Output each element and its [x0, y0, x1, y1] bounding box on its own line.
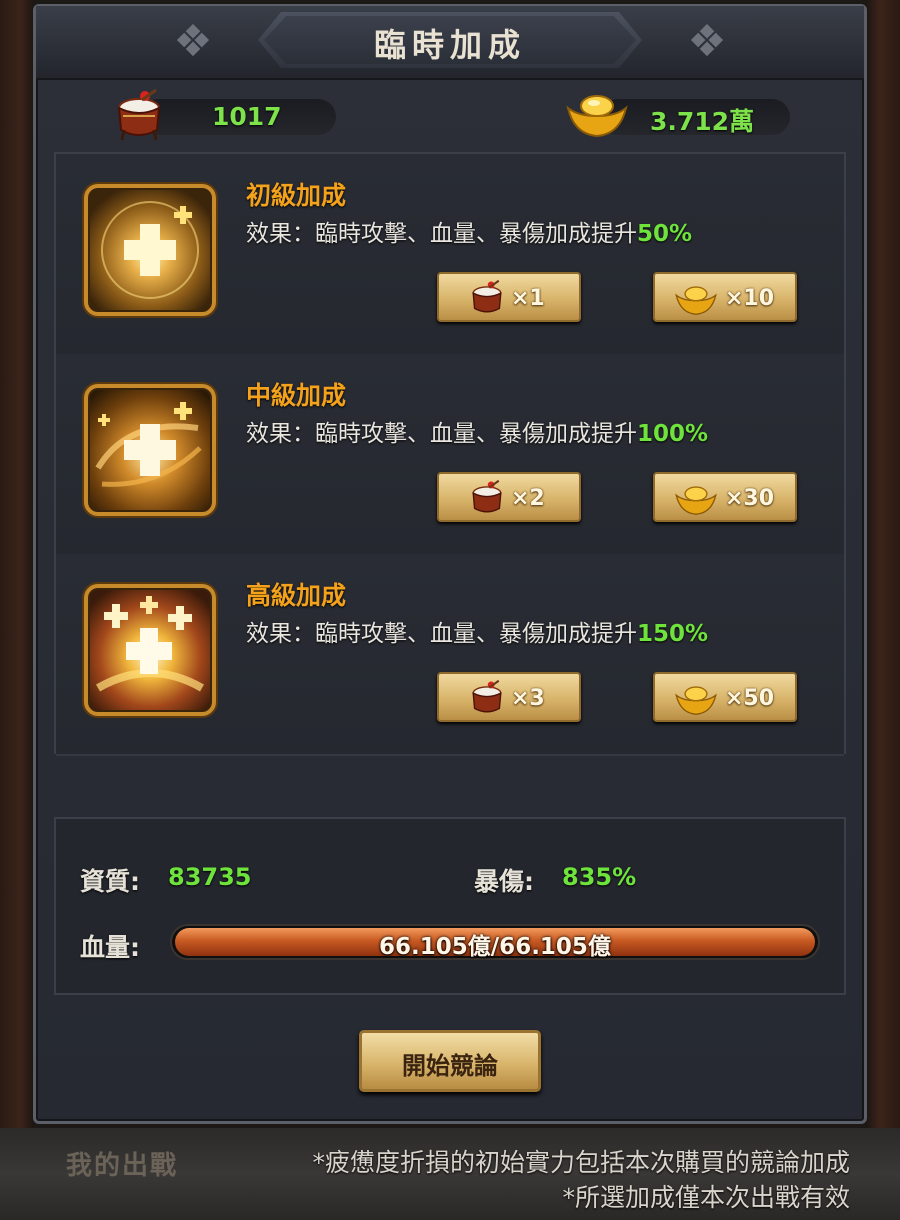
buy-basic-with-gold-button[interactable]: ×10 [653, 272, 797, 322]
heal-swirl-icon [84, 384, 216, 516]
boost-effect: 效果：臨時攻擊、血量、暴傷加成提升150% [246, 621, 709, 647]
drum-cost: ×1 [511, 286, 545, 311]
my-battle-title: 我的出戰 [66, 1151, 179, 1181]
boost-effect: 效果：臨時攻擊、血量、暴傷加成提升100% [246, 421, 709, 447]
gold-amount: 3.712萬 [650, 107, 755, 136]
boost-name: 初級加成 [246, 181, 347, 210]
background-right [866, 0, 900, 1220]
gold-ingot-icon [675, 686, 717, 715]
heal-burst-icon [84, 584, 216, 716]
ornament-left-icon: ❖ [173, 16, 213, 67]
note-fatigue: *疲憊度折損的初始實力包括本次購買的競論加成 [312, 1148, 850, 1177]
boost-effect: 效果：臨時攻擊、血量、暴傷加成提升50% [246, 221, 693, 247]
drum-count: 1017 [212, 102, 282, 131]
war-drum-icon [117, 88, 161, 141]
drum-cost: ×3 [511, 686, 545, 711]
quality-label: 資質: [80, 867, 140, 896]
heal-plus-icon [84, 184, 216, 316]
dialog-title: 臨時加成 [373, 26, 526, 64]
hp-label: 血量: [80, 933, 140, 962]
crit-damage-label: 暴傷: [474, 867, 534, 896]
drum-cost: ×2 [511, 486, 545, 511]
war-drum-icon [472, 479, 502, 513]
buy-intermediate-with-gold-button[interactable]: ×30 [653, 472, 797, 522]
background-left [0, 0, 34, 1220]
gold-cost: ×30 [725, 486, 775, 511]
buy-intermediate-with-drum-button[interactable]: ×2 [437, 472, 581, 522]
crit-damage-value: 835% [562, 863, 637, 891]
gold-ingot-icon [675, 486, 717, 515]
boost-effect-value: 100% [637, 421, 709, 447]
ornament-right-icon: ❖ [687, 16, 727, 67]
note-once-only: *所選加成僅本次出戰有效 [562, 1183, 850, 1212]
buy-advanced-with-drum-button[interactable]: ×3 [437, 672, 581, 722]
buy-basic-with-drum-button[interactable]: ×1 [437, 272, 581, 322]
boost-name: 中級加成 [246, 381, 347, 410]
hp-value-text: 66.105億/66.105億 [379, 934, 611, 960]
gold-cost: ×50 [725, 686, 775, 711]
buy-advanced-with-gold-button[interactable]: ×50 [653, 672, 797, 722]
start-debate-label[interactable]: 開始競論 [359, 1046, 541, 1081]
war-drum-icon [472, 679, 502, 713]
quality-value: 83735 [168, 863, 252, 891]
war-drum-icon [472, 279, 502, 313]
gold-ingot-icon [566, 95, 628, 138]
boost-name: 高級加成 [246, 581, 347, 610]
boost-effect-value: 150% [637, 621, 709, 647]
gold-cost: ×10 [725, 286, 775, 311]
gold-ingot-icon [675, 286, 717, 315]
stats-panel [54, 817, 846, 995]
boost-effect-value: 50% [637, 221, 693, 247]
